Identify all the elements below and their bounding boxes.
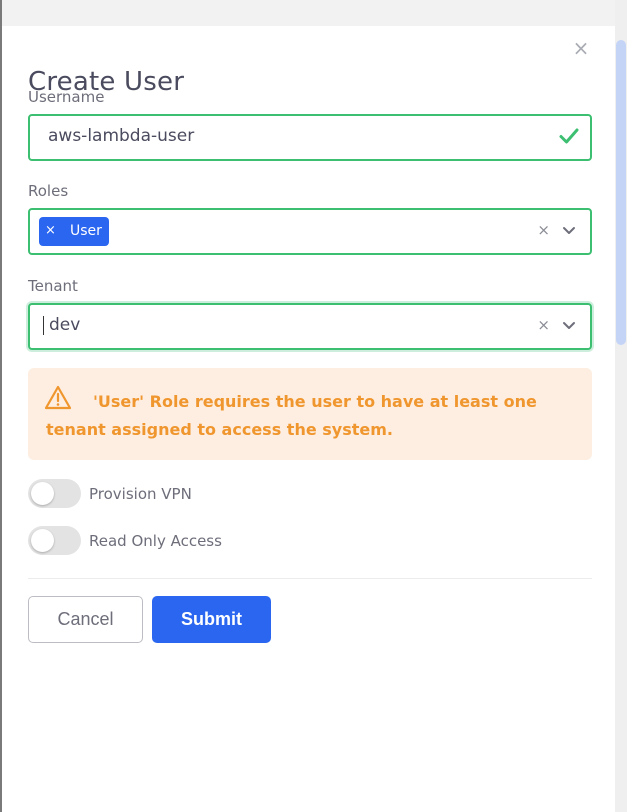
text-cursor bbox=[43, 316, 44, 335]
username-value: aws-lambda-user bbox=[48, 126, 195, 146]
tenant-label: Tenant bbox=[28, 277, 78, 295]
provision-vpn-label: Provision VPN bbox=[89, 485, 192, 503]
roles-label: Roles bbox=[28, 182, 69, 200]
read-only-toggle[interactable] bbox=[28, 526, 81, 555]
username-field[interactable]: aws-lambda-user bbox=[28, 114, 592, 161]
role-chip-user: × User bbox=[39, 217, 109, 246]
clear-roles-icon[interactable]: × bbox=[537, 221, 550, 239]
clear-tenant-icon[interactable]: × bbox=[537, 316, 550, 334]
chip-label: User bbox=[70, 223, 102, 239]
roles-select[interactable]: × User × bbox=[28, 208, 592, 255]
chevron-down-icon[interactable] bbox=[562, 223, 576, 237]
tenant-value: dev bbox=[49, 315, 81, 335]
warning-alert: 'User' Role requires the user to have at… bbox=[28, 368, 592, 460]
scrollbar-thumb[interactable] bbox=[616, 40, 626, 345]
chip-remove-icon[interactable]: × bbox=[45, 223, 56, 239]
toggle-knob bbox=[31, 529, 54, 552]
chevron-down-icon[interactable] bbox=[562, 318, 576, 332]
close-icon[interactable]: × bbox=[569, 36, 593, 60]
cancel-button[interactable]: Cancel bbox=[28, 596, 143, 643]
submit-button[interactable]: Submit bbox=[152, 596, 271, 643]
check-icon bbox=[559, 128, 579, 144]
alert-message-text: 'User' Role requires the user to have at… bbox=[46, 392, 537, 439]
create-user-dialog: × Create User Username aws-lambda-user R… bbox=[2, 26, 615, 812]
provision-vpn-toggle[interactable] bbox=[28, 479, 81, 508]
alert-message: 'User' Role requires the user to have at… bbox=[46, 388, 566, 444]
username-label: Username bbox=[28, 88, 105, 106]
divider bbox=[28, 578, 592, 579]
toggle-knob bbox=[31, 482, 54, 505]
tenant-select[interactable]: dev × bbox=[28, 303, 592, 350]
read-only-label: Read Only Access bbox=[89, 532, 222, 550]
